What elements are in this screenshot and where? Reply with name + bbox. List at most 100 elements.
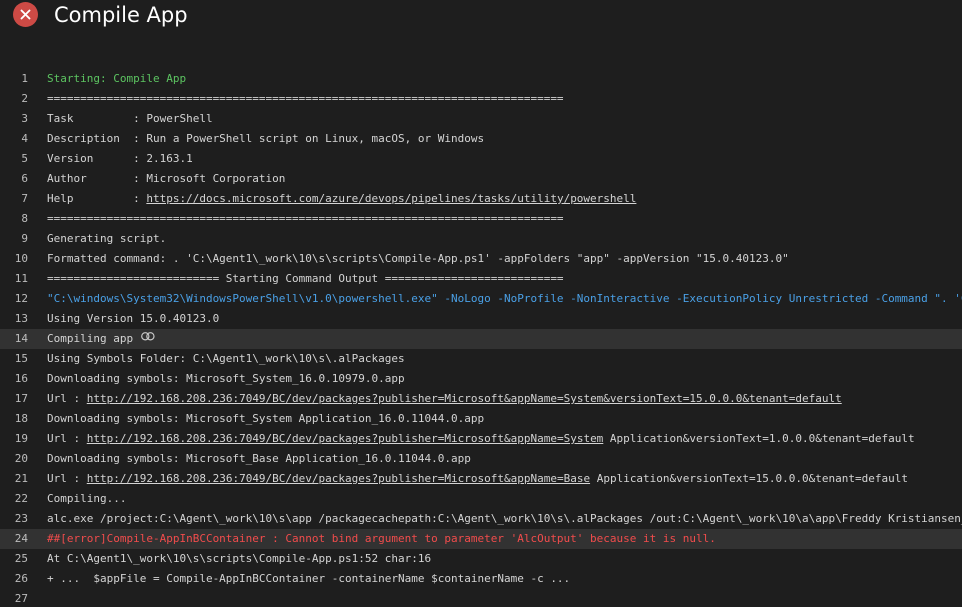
line-text: Downloading symbols: Microsoft_System Ap… <box>47 409 484 429</box>
line-number: 17 <box>14 392 28 405</box>
line-text: "C:\windows\System32\WindowsPowerShell\v… <box>47 289 962 309</box>
log-line[interactable]: 23 alc.exe /project:C:\Agent\_work\10\s\a… <box>0 509 962 529</box>
log-text: Using Symbols Folder: C:\Agent1\_work\10… <box>47 352 405 365</box>
log-line[interactable]: 7 Help : https://docs.microsoft.com/azure… <box>0 189 962 209</box>
log-text: Compiling... <box>47 492 127 505</box>
line-text: Compiling app <box>47 329 155 349</box>
line-text: Author : Microsoft Corporation <box>47 169 285 189</box>
log-text: Starting: Compile App <box>47 72 187 85</box>
line-text: Downloading symbols: Microsoft_System_16… <box>47 369 405 389</box>
log-line[interactable]: 20 Downloading symbols: Microsoft_Base Ap… <box>0 449 962 469</box>
log-line[interactable]: 26 + ... $appFile = Compile-AppInBCContai… <box>0 569 962 589</box>
line-text: Url : http://192.168.208.236:7049/BC/dev… <box>47 429 915 449</box>
line-text: ##[error]Compile-AppInBCContainer : Cann… <box>47 529 716 549</box>
log-line[interactable]: 13 Using Version 15.0.40123.0 <box>0 309 962 329</box>
line-text: Description : Run a PowerShell script on… <box>47 129 484 149</box>
log-line[interactable]: 9 Generating script. <box>0 229 962 249</box>
line-text: Version : 2.163.1 <box>47 149 193 169</box>
log-text: + ... $appFile = Compile-AppInBCContaine… <box>47 572 571 585</box>
line-text: ========================================… <box>47 209 564 229</box>
log-line[interactable]: 8 =======================================… <box>0 209 962 229</box>
line-number: 27 <box>14 592 28 605</box>
line-number: 12 <box>14 292 28 305</box>
log-text: Downloading symbols: Microsoft_Base Appl… <box>47 452 471 465</box>
line-text: ========================================… <box>47 89 564 109</box>
log-line[interactable]: 10 Formatted command: . 'C:\Agent1\_work\… <box>0 249 962 269</box>
log-text: ========================================… <box>47 212 564 225</box>
line-number: 19 <box>14 432 28 445</box>
log-text: Help : <box>47 192 147 205</box>
log-text: Url : <box>47 432 87 445</box>
log-text: Url : <box>47 392 87 405</box>
line-text: Starting: Compile App <box>47 69 186 89</box>
line-text: Generating script. <box>47 229 166 249</box>
log-text: Downloading symbols: Microsoft_System_16… <box>47 372 405 385</box>
line-number: 1 <box>21 72 28 85</box>
log-line[interactable]: 24 ##[error]Compile-AppInBCContainer : Ca… <box>0 529 962 549</box>
log-line[interactable]: 19 Url : http://192.168.208.236:7049/BC/d… <box>0 429 962 449</box>
log-line[interactable]: 5 Version : 2.163.1 <box>0 149 962 169</box>
line-text: ========================== Starting Comm… <box>47 269 564 289</box>
close-icon <box>20 9 31 20</box>
log-link[interactable]: http://192.168.208.236:7049/BC/dev/packa… <box>87 472 590 485</box>
line-number: 10 <box>14 252 28 265</box>
line-text: Downloading symbols: Microsoft_Base Appl… <box>47 449 471 469</box>
log-line[interactable]: 6 Author : Microsoft Corporation <box>0 169 962 189</box>
log-output[interactable]: 1 Starting: Compile App 2 =================… <box>0 69 962 607</box>
log-text: Version : 2.163.1 <box>47 152 193 165</box>
log-line[interactable]: 4 Description : Run a PowerShell script o… <box>0 129 962 149</box>
log-text: Generating script. <box>47 232 167 245</box>
log-text: Using Version 15.0.40123.0 <box>47 312 220 325</box>
line-number: 3 <box>21 112 28 125</box>
log-line[interactable]: 17 Url : http://192.168.208.236:7049/BC/d… <box>0 389 962 409</box>
line-number: 24 <box>14 532 28 545</box>
line-number: 4 <box>21 132 28 145</box>
line-number: 9 <box>21 232 28 245</box>
link-icon[interactable] <box>141 328 155 348</box>
log-line[interactable]: 11 ========================== Starting Co… <box>0 269 962 289</box>
line-number: 22 <box>14 492 28 505</box>
line-number: 26 <box>14 572 28 585</box>
log-link[interactable]: https://docs.microsoft.com/azure/devops/… <box>146 192 636 205</box>
line-number: 18 <box>14 412 28 425</box>
log-line[interactable]: 22 Compiling... <box>0 489 962 509</box>
log-line[interactable]: 16 Downloading symbols: Microsoft_System_… <box>0 369 962 389</box>
log-line[interactable]: 1 Starting: Compile App <box>0 69 962 89</box>
line-text: Url : http://192.168.208.236:7049/BC/dev… <box>47 469 908 489</box>
line-number: 7 <box>21 192 28 205</box>
line-text: Compiling... <box>47 489 126 509</box>
line-text: alc.exe /project:C:\Agent\_work\10\s\app… <box>47 509 962 529</box>
log-text: Author : Microsoft Corporation <box>47 172 286 185</box>
line-number: 21 <box>14 472 28 485</box>
log-line[interactable]: 21 Url : http://192.168.208.236:7049/BC/d… <box>0 469 962 489</box>
log-line[interactable]: 14 Compiling app <box>0 329 962 349</box>
line-number: 15 <box>14 352 28 365</box>
log-link[interactable]: http://192.168.208.236:7049/BC/dev/packa… <box>87 392 842 405</box>
log-line[interactable]: 25 At C:\Agent1\_work\10\s\scripts\Compil… <box>0 549 962 569</box>
log-text: Application&versionText=1.0.0.0&tenant=d… <box>603 432 915 445</box>
error-icon <box>13 2 38 27</box>
log-line[interactable]: 12 "C:\windows\System32\WindowsPowerShell… <box>0 289 962 309</box>
log-line[interactable]: 27 <box>0 589 962 607</box>
line-number: 16 <box>14 372 28 385</box>
line-number: 6 <box>21 172 28 185</box>
line-number: 5 <box>21 152 28 165</box>
page-title: Compile App <box>54 3 188 27</box>
log-line[interactable]: 2 =======================================… <box>0 89 962 109</box>
log-text: "C:\windows\System32\WindowsPowerShell\v… <box>47 292 962 305</box>
log-text: Description : Run a PowerShell script on… <box>47 132 485 145</box>
log-text: ========================== Starting Comm… <box>47 272 564 285</box>
log-text: ##[error]Compile-AppInBCContainer : Cann… <box>47 532 716 545</box>
job-header: Compile App <box>0 0 962 36</box>
line-text: Formatted command: . 'C:\Agent1\_work\10… <box>47 249 789 269</box>
log-line[interactable]: 18 Downloading symbols: Microsoft_System … <box>0 409 962 429</box>
line-number: 2 <box>21 92 28 105</box>
log-line[interactable]: 15 Using Symbols Folder: C:\Agent1\_work\… <box>0 349 962 369</box>
log-text: Application&versionText=15.0.0.0&tenant=… <box>590 472 908 485</box>
line-number: 23 <box>14 512 28 525</box>
log-text: Task : PowerShell <box>47 112 213 125</box>
log-line[interactable]: 3 Task : PowerShell <box>0 109 962 129</box>
log-link[interactable]: http://192.168.208.236:7049/BC/dev/packa… <box>87 432 604 445</box>
line-text: Using Version 15.0.40123.0 <box>47 309 219 329</box>
log-text: Url : <box>47 472 87 485</box>
